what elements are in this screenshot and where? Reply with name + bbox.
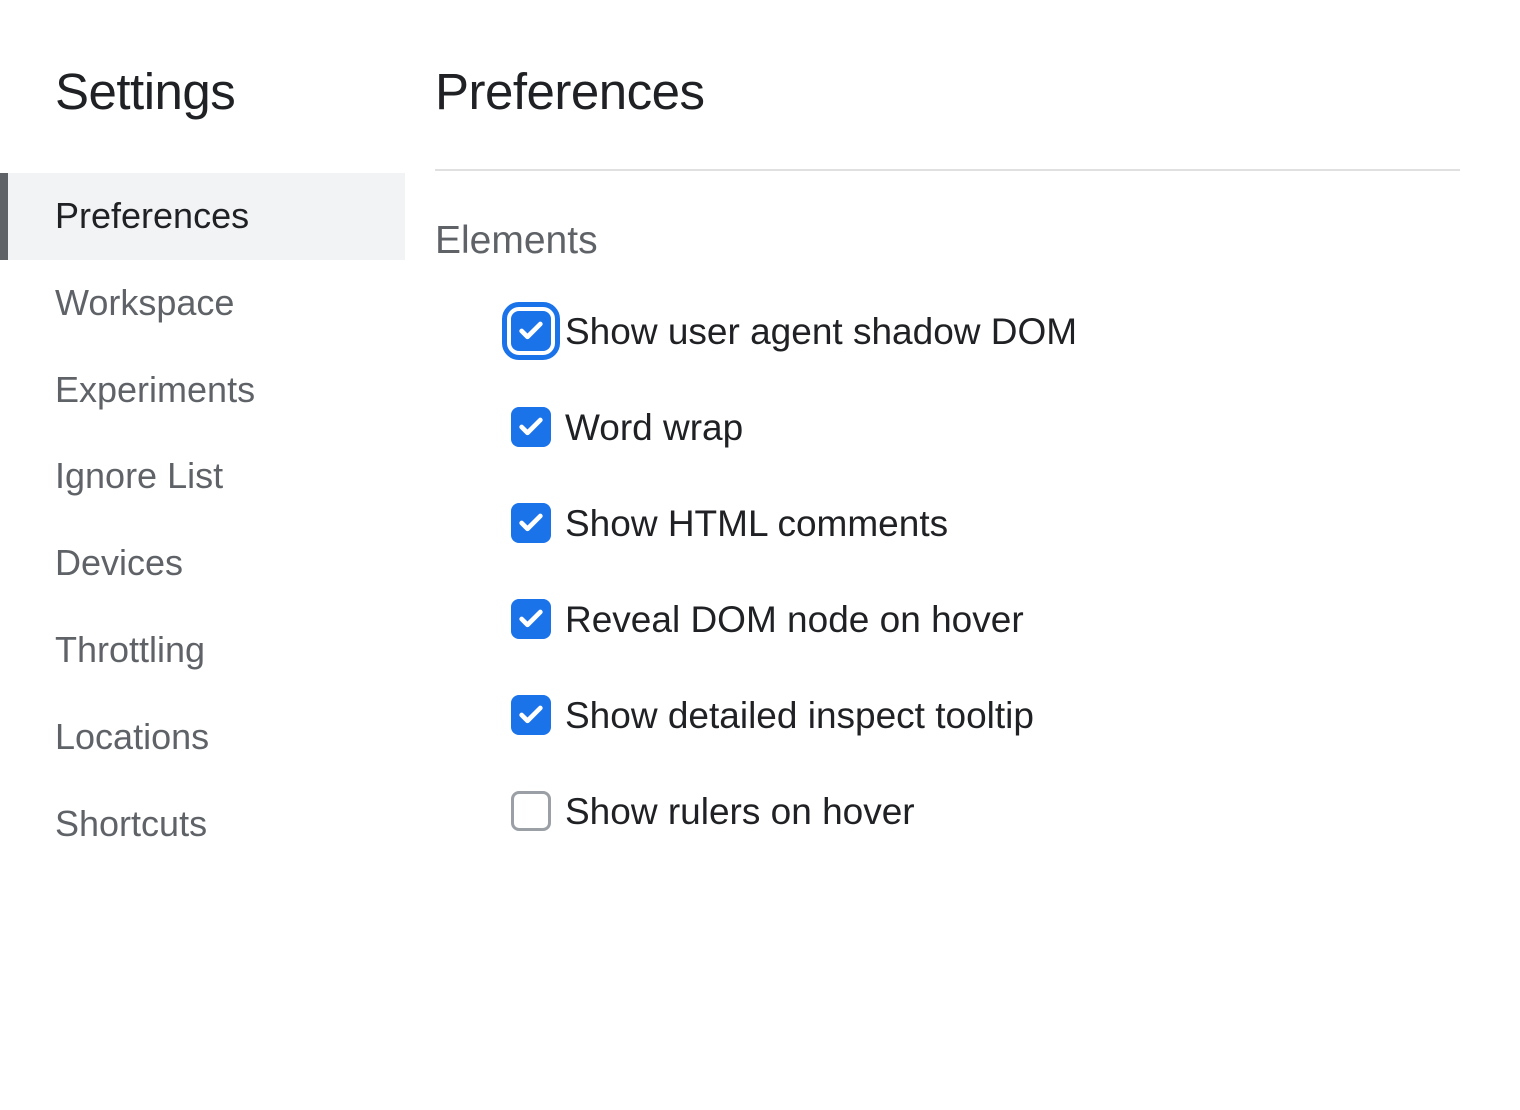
- sidebar-item-shortcuts[interactable]: Shortcuts: [0, 781, 405, 868]
- check-icon: [517, 317, 545, 345]
- option-label: Show user agent shadow DOM: [565, 313, 1077, 350]
- sidebar-item-throttling[interactable]: Throttling: [0, 607, 405, 694]
- option-show-detailed-inspect-tooltip[interactable]: Show detailed inspect tooltip: [511, 695, 1460, 735]
- checkbox-reveal-dom-node-on-hover[interactable]: [511, 599, 551, 639]
- option-label: Show HTML comments: [565, 505, 948, 542]
- option-label: Show detailed inspect tooltip: [565, 697, 1034, 734]
- sidebar-item-workspace[interactable]: Workspace: [0, 260, 405, 347]
- sidebar-item-label: Experiments: [55, 369, 255, 410]
- sidebar-title: Settings: [0, 62, 405, 121]
- sidebar-item-preferences[interactable]: Preferences: [0, 173, 405, 260]
- option-label: Show rulers on hover: [565, 793, 915, 830]
- sidebar-item-label: Locations: [55, 716, 209, 757]
- check-icon: [517, 413, 545, 441]
- main-content: Preferences Elements Show user agent sha…: [405, 0, 1520, 1110]
- check-icon: [517, 701, 545, 729]
- option-label: Word wrap: [565, 409, 743, 446]
- page-title: Preferences: [435, 62, 1460, 121]
- sidebar-item-ignore-list[interactable]: Ignore List: [0, 433, 405, 520]
- section-header-elements: Elements: [435, 219, 1460, 263]
- option-reveal-dom-node-on-hover[interactable]: Reveal DOM node on hover: [511, 599, 1460, 639]
- check-icon: [517, 605, 545, 633]
- sidebar-item-experiments[interactable]: Experiments: [0, 347, 405, 434]
- divider: [435, 169, 1460, 171]
- sidebar-item-label: Preferences: [55, 195, 249, 236]
- sidebar-item-label: Shortcuts: [55, 803, 207, 844]
- sidebar-item-label: Workspace: [55, 282, 234, 323]
- checkbox-show-detailed-inspect-tooltip[interactable]: [511, 695, 551, 735]
- checkbox-word-wrap[interactable]: [511, 407, 551, 447]
- option-label: Reveal DOM node on hover: [565, 601, 1024, 638]
- checkbox-show-user-agent-shadow-dom[interactable]: [511, 311, 551, 351]
- option-show-rulers-on-hover[interactable]: Show rulers on hover: [511, 791, 1460, 831]
- checkbox-show-html-comments[interactable]: [511, 503, 551, 543]
- option-show-user-agent-shadow-dom[interactable]: Show user agent shadow DOM: [511, 311, 1460, 351]
- sidebar-item-label: Ignore List: [55, 455, 223, 496]
- sidebar-item-label: Throttling: [55, 629, 205, 670]
- sidebar-item-locations[interactable]: Locations: [0, 694, 405, 781]
- settings-sidebar: Settings Preferences Workspace Experimen…: [0, 0, 405, 1110]
- sidebar-item-devices[interactable]: Devices: [0, 520, 405, 607]
- check-icon: [517, 509, 545, 537]
- sidebar-item-label: Devices: [55, 542, 183, 583]
- option-word-wrap[interactable]: Word wrap: [511, 407, 1460, 447]
- options-list: Show user agent shadow DOM Word wrap Sho…: [435, 311, 1460, 831]
- checkbox-show-rulers-on-hover[interactable]: [511, 791, 551, 831]
- option-show-html-comments[interactable]: Show HTML comments: [511, 503, 1460, 543]
